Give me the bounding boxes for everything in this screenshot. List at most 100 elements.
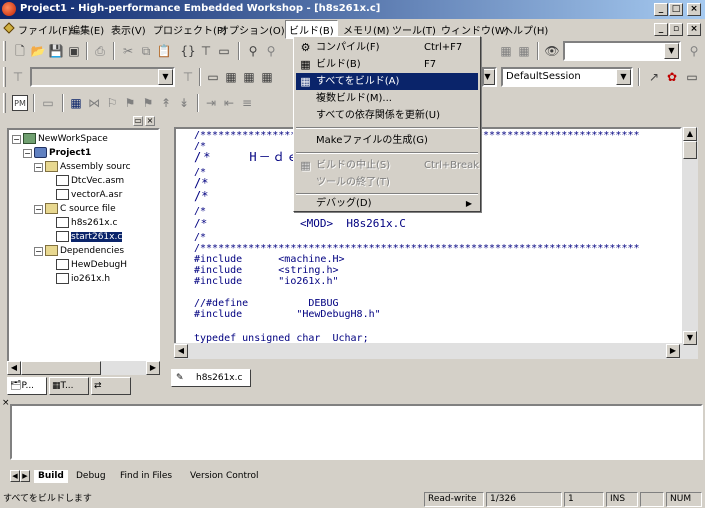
tree-item-folder[interactable]: Dependencies — [45, 244, 124, 258]
build-toolbar-icon[interactable]: ▦ — [223, 69, 239, 85]
scroll-left-icon[interactable]: ◀ — [174, 344, 188, 358]
print-icon[interactable]: ⎙ — [92, 43, 108, 59]
toolbar-grip[interactable] — [3, 93, 6, 113]
tree-item-file[interactable]: io261x.h — [56, 272, 110, 286]
tab-build[interactable]: Build — [34, 470, 68, 483]
editor-hscroll[interactable]: ◀ ▶ — [174, 343, 682, 359]
menu-window[interactable]: ウィンドウ(W) — [441, 22, 509, 37]
close-icon[interactable]: × — [145, 116, 155, 126]
child-close-button[interactable]: × — [687, 23, 701, 36]
project-config-combo[interactable]: ▼ — [30, 67, 175, 87]
scroll-thumb[interactable] — [21, 361, 101, 375]
menu-project[interactable]: プロジェクト(P) — [153, 22, 227, 37]
copy-icon[interactable]: ⧉ — [138, 43, 154, 59]
brace-match-icon[interactable]: {} — [180, 43, 196, 59]
child-restore-button[interactable]: ▫ — [669, 23, 683, 36]
app-icon[interactable] — [2, 2, 16, 16]
tab-scroll-left-icon[interactable]: ◀ — [10, 470, 20, 482]
binoculars-icon[interactable]: 👁 — [544, 43, 560, 59]
compile-toolbar-icon[interactable]: ▭ — [205, 69, 221, 85]
find-next-icon[interactable]: ⚲ — [263, 43, 279, 59]
scroll-left-icon[interactable]: ◀ — [7, 361, 21, 375]
tab-find-in-files[interactable]: Find in Files — [116, 470, 176, 483]
tab-templates[interactable]: ▦T... — [49, 377, 89, 395]
find-combo[interactable]: ▼ — [563, 41, 681, 61]
close-button[interactable]: × — [687, 3, 701, 16]
tree-item-workspace[interactable]: NewWorkSpace — [23, 132, 108, 146]
build-all-toolbar-icon[interactable]: ▦ — [241, 69, 257, 85]
dock-icon[interactable]: ▭ — [133, 116, 143, 126]
find-in-files-icon[interactable]: ⚲ — [686, 43, 702, 59]
target-icon[interactable]: ⊤ — [10, 69, 26, 85]
scroll-thumb[interactable] — [683, 141, 697, 159]
tree-item-folder[interactable]: Assembly sourc — [45, 160, 131, 174]
tree-item-file[interactable]: vectorA.asr — [56, 188, 122, 202]
workspace-window-icon[interactable]: ▭ — [40, 95, 56, 111]
menu-item-multi-build[interactable]: 複数ビルド(M)... — [296, 90, 478, 107]
tree-item-file[interactable]: h8s261x.c — [56, 216, 117, 230]
session-left-combo[interactable]: ▼ — [482, 67, 497, 87]
tree-item-file[interactable]: HewDebugH — [56, 258, 127, 272]
tool3-icon[interactable]: ⚐ — [104, 95, 120, 111]
new-file-icon[interactable]: 🗋 — [12, 43, 28, 59]
tab-projects[interactable]: 🗂P... — [7, 377, 47, 395]
menu-tools[interactable]: ツール(T) — [392, 22, 436, 37]
collapse-icon[interactable]: − — [23, 149, 32, 158]
tab-debug[interactable]: Debug — [72, 470, 110, 483]
maximize-button[interactable]: □ — [669, 3, 683, 16]
tool4-icon[interactable]: ⚑ — [122, 95, 138, 111]
menu-view[interactable]: 表示(V) — [111, 22, 146, 37]
menu-item-build[interactable]: ▦ ビルド(B) F7 — [296, 56, 478, 73]
toolbar-grip[interactable] — [3, 41, 6, 61]
editor-file-tab[interactable]: ✎ h8s261x.c — [171, 369, 251, 387]
menu-item-update-dependencies[interactable]: すべての依存関係を更新(U) — [296, 107, 478, 124]
arrow-down-icon[interactable]: ↡ — [176, 95, 192, 111]
collapse-icon[interactable]: − — [34, 247, 43, 256]
menu-item-compile[interactable]: ⚙ コンパイル(F) Ctrl+F7 — [296, 39, 478, 56]
save-icon[interactable]: 💾 — [48, 43, 64, 59]
tool5-icon[interactable]: ⚑ — [140, 95, 156, 111]
chevron-down-icon[interactable]: ▼ — [616, 69, 631, 85]
menu-item-build-all[interactable]: ▦ すべてをビルド(A) — [296, 73, 478, 90]
document-icon[interactable] — [3, 22, 15, 34]
menu-edit[interactable]: 編集(E) — [70, 22, 104, 37]
stop-build-toolbar-icon[interactable]: ▦ — [259, 69, 275, 85]
tool2-icon[interactable]: ▦ — [516, 43, 532, 59]
tree-item-file-selected[interactable]: start261x.c — [56, 230, 123, 244]
build-config-icon[interactable]: ⊤ — [180, 69, 196, 85]
arrow-up-icon[interactable]: ↟ — [158, 95, 174, 111]
format-icon[interactable]: ≡ — [239, 95, 255, 111]
scroll-down-icon[interactable]: ▼ — [683, 331, 697, 345]
indent-icon[interactable]: ⇥ — [203, 95, 219, 111]
mark-icon[interactable]: ⋈ — [86, 95, 102, 111]
collapse-icon[interactable]: − — [34, 163, 43, 172]
window-icon[interactable]: ▭ — [216, 43, 232, 59]
session-save-icon[interactable]: ▭ — [684, 69, 700, 85]
tab-navigation[interactable]: ⇄ — [91, 377, 131, 395]
tree-item-folder[interactable]: C source file — [45, 202, 116, 216]
minimize-button[interactable]: _ — [654, 3, 668, 16]
disconnect-icon[interactable]: ✿ — [664, 69, 680, 85]
output-text-area[interactable] — [10, 404, 703, 460]
toolbar-grip[interactable] — [3, 67, 6, 87]
tab-scroll-right-icon[interactable]: ▶ — [20, 470, 30, 482]
open-folder-icon[interactable]: 📂 — [30, 43, 46, 59]
editor-vscroll[interactable]: ▲ ▼ — [682, 127, 698, 359]
find-icon[interactable]: ⚲ — [245, 43, 261, 59]
output-window-icon[interactable]: ▦ — [68, 95, 84, 111]
scroll-right-icon[interactable]: ▶ — [146, 361, 160, 375]
outdent-icon[interactable]: ⇤ — [221, 95, 237, 111]
tab-version-control[interactable]: Version Control — [186, 470, 263, 483]
scroll-up-icon[interactable]: ▲ — [683, 127, 697, 141]
tree-item-file[interactable]: DtcVec.asm — [56, 174, 124, 188]
menu-options[interactable]: オプション(O) — [219, 22, 285, 37]
menu-file[interactable]: ファイル(F) — [18, 22, 72, 37]
tree-item-project[interactable]: Project1 — [34, 146, 91, 160]
toggle-bookmark-icon[interactable]: ⊤ — [198, 43, 214, 59]
pmr-icon[interactable]: PM — [12, 95, 28, 111]
menu-item-debug[interactable]: デバッグ(D) ▶ — [296, 195, 478, 212]
paste-icon[interactable]: 📋 — [156, 43, 172, 59]
save-all-icon[interactable]: ▣ — [66, 43, 82, 59]
menu-item-generate-makefile[interactable]: Makeファイルの生成(G) — [296, 132, 478, 149]
collapse-icon[interactable]: − — [34, 205, 43, 214]
